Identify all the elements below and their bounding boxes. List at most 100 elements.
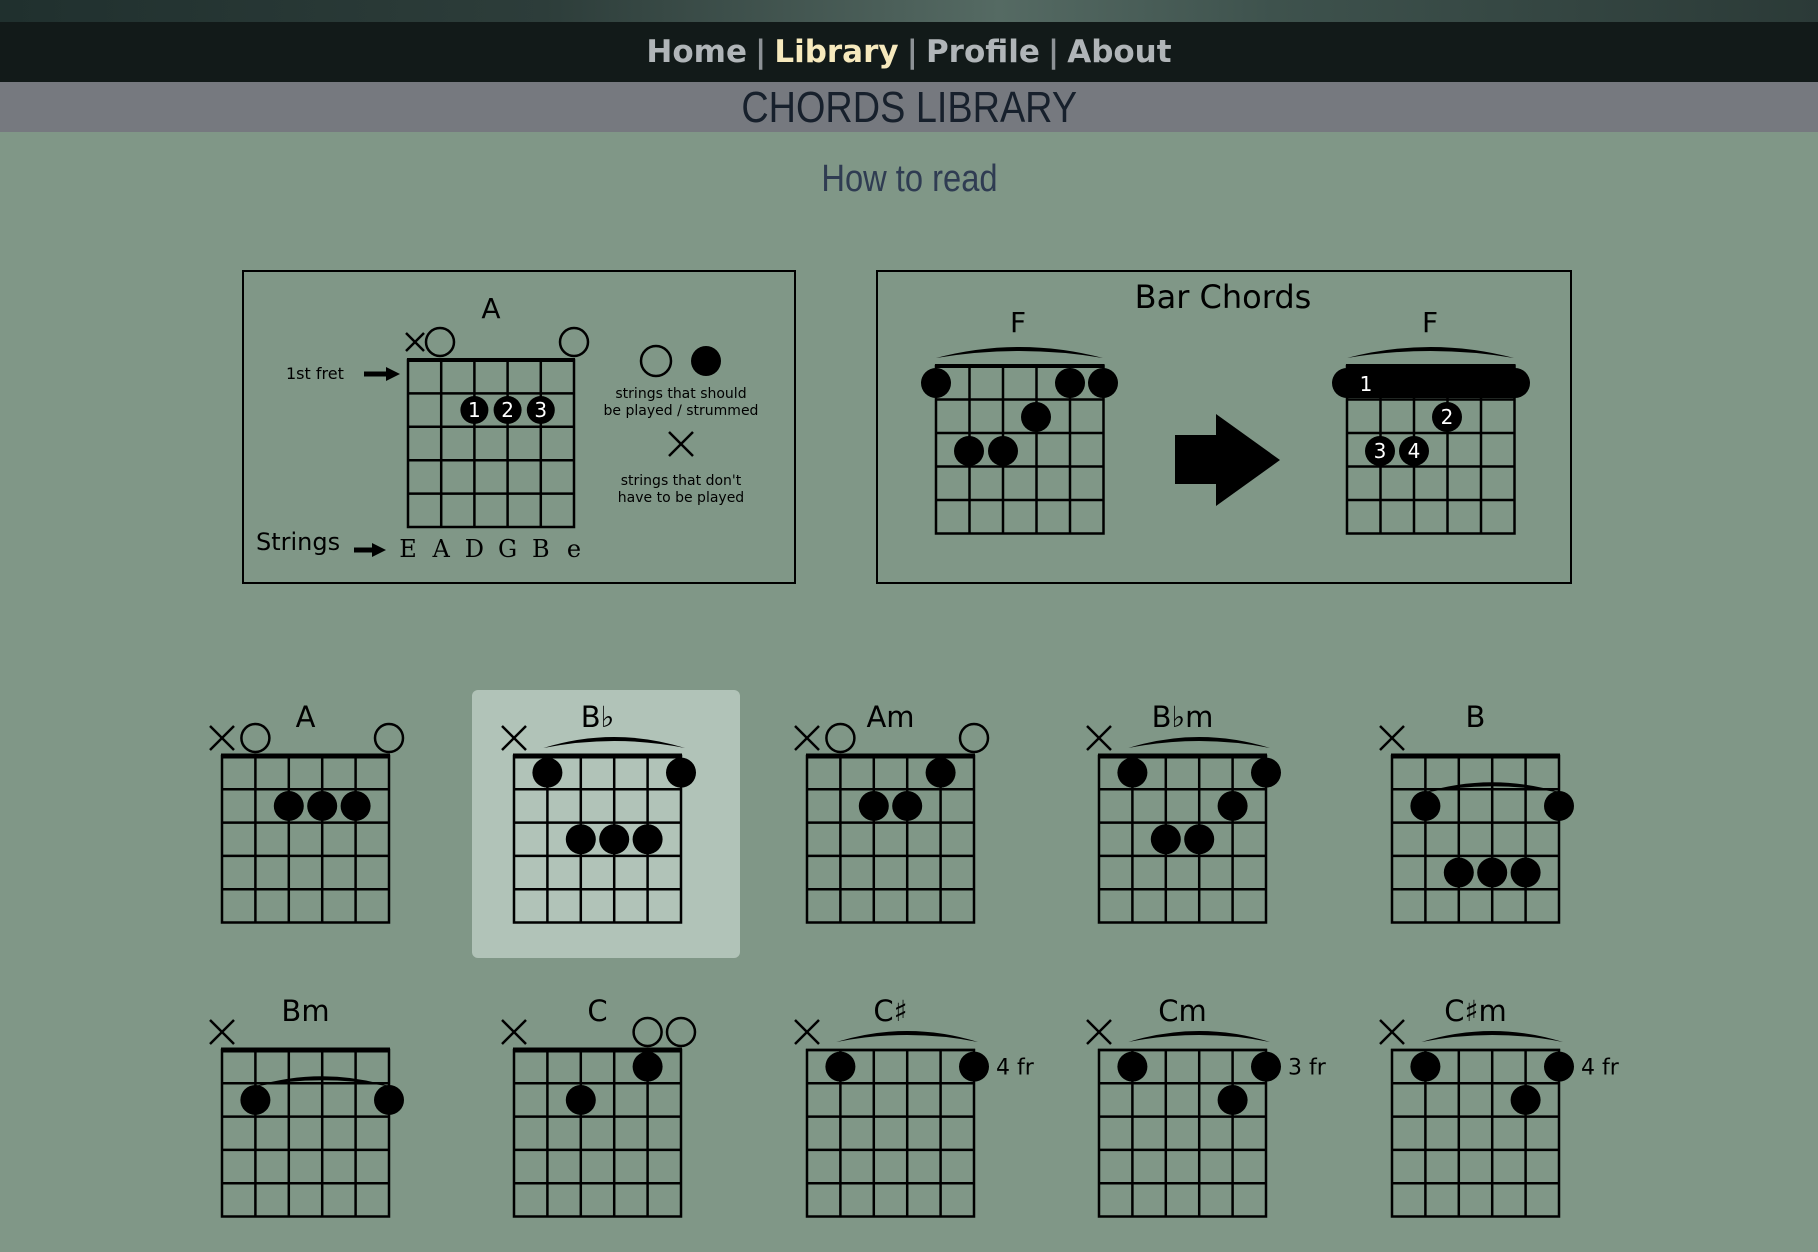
nav-about-link[interactable]: About (1061, 34, 1177, 70)
chord-fretboard (209, 1019, 404, 1218)
chord-card[interactable]: C♯ 4 fr (765, 984, 1035, 1252)
open-string-icon (958, 722, 990, 754)
mute-icon (1086, 1019, 1112, 1045)
finger-number: 2 (501, 398, 514, 422)
nav-library-link[interactable]: Library (768, 34, 904, 70)
page-title-bar: CHORDS LIBRARY (0, 82, 1818, 132)
finger-dot (1251, 1051, 1281, 1082)
chord-fretboard (501, 725, 696, 924)
finger-dot (1251, 757, 1281, 788)
chord-card[interactable]: C♯m 4 fr (1350, 984, 1620, 1252)
barre-arc (1347, 347, 1514, 358)
chord-fretboard (501, 1016, 697, 1218)
legend-fretboard (406, 358, 576, 529)
finger-number: 4 (1408, 439, 1421, 463)
finger-number: 3 (534, 398, 547, 422)
finger-dot (1544, 790, 1574, 821)
finger-dot (532, 757, 563, 788)
chord-name: C (587, 994, 607, 1028)
legend-mute-icon (405, 332, 425, 352)
fretboard-outline (220, 754, 391, 924)
finger-number: 3 (1374, 439, 1387, 463)
chord-card[interactable]: Cm 3 fr (1057, 984, 1327, 1252)
chord-name: C♯m (1444, 994, 1507, 1028)
strings-label: Strings (256, 528, 340, 556)
finger-dot (1410, 790, 1441, 821)
finger-dot (1410, 1051, 1441, 1082)
finger-number: 1 (1360, 372, 1373, 396)
finger-dot (1021, 402, 1051, 432)
finger-dot (632, 1051, 663, 1082)
legend-open-string-icon (558, 326, 590, 358)
fret-position-label: 4 fr (1581, 1056, 1620, 1081)
finger-dot (1088, 368, 1118, 398)
open-string-icon (665, 1016, 697, 1048)
open-string-icon (240, 722, 271, 754)
chord-card[interactable]: Bm (180, 984, 448, 1252)
mute-icon (209, 1019, 235, 1045)
legend-finger-dots: 123 (460, 396, 555, 424)
bar-left-chord-name: F (1010, 306, 1026, 339)
string-name: E (399, 535, 417, 563)
finger-dot (666, 757, 696, 788)
bar-chords-diagram: Bar Chords F F 1 2 3 4 (921, 278, 1530, 535)
finger-dot (340, 790, 371, 821)
main-nav: Home | Library | Profile | About (0, 22, 1818, 82)
finger-dot (1510, 1084, 1541, 1115)
chord-card[interactable]: B (1350, 690, 1618, 958)
chord-diagram: Cm 3 fr (1086, 994, 1327, 1218)
chord-legend-diagram: A 1st fret 123 strings that should be pl… (256, 292, 758, 563)
finger-dot (273, 790, 304, 821)
finger-dot (565, 1084, 596, 1115)
page-title: CHORDS LIBRARY (741, 83, 1077, 132)
chord-name: A (296, 700, 316, 734)
mute-icon (209, 725, 235, 751)
open-string-icon (373, 722, 405, 754)
nav-home-link[interactable]: Home (640, 34, 753, 70)
string-name: e (567, 535, 581, 563)
finger-dot (240, 1084, 271, 1115)
chord-diagram: Am (794, 700, 990, 924)
chord-diagram: A (209, 700, 405, 924)
chord-card[interactable]: B♭ (472, 690, 740, 958)
strings-arrow-icon (354, 543, 386, 557)
finger-dot (892, 790, 923, 821)
first-fret-label: 1st fret (286, 364, 344, 383)
finger-dot (925, 757, 956, 788)
finger-dot (959, 1051, 989, 1082)
legend-open-string-icon (424, 326, 456, 358)
chord-diagram: B♭m (1086, 700, 1281, 924)
barre-arc (936, 347, 1103, 358)
chord-legend-panel: A 1st fret 123 strings that should be pl… (242, 270, 796, 584)
fret-position-label: 3 fr (1288, 1056, 1327, 1081)
muted-string-icon (668, 431, 694, 457)
chord-diagram: B (1379, 700, 1574, 924)
chord-card[interactable]: Am (765, 690, 1033, 958)
chord-diagram: C♯m 4 fr (1379, 994, 1620, 1218)
mute-icon (1086, 725, 1112, 751)
muted-strings-text-line2: have to be played (618, 490, 744, 506)
finger-dot (1477, 857, 1508, 888)
nav-profile-link[interactable]: Profile (920, 34, 1046, 70)
fretboard-outline (1390, 754, 1561, 924)
played-string-filled-icon (691, 346, 721, 376)
chord-card[interactable]: C (472, 984, 740, 1252)
finger-dot (307, 790, 338, 821)
chord-card[interactable]: B♭m (1057, 690, 1325, 958)
string-name: A (432, 535, 451, 563)
chord-name: B♭m (1152, 700, 1214, 734)
chord-name: Am (866, 700, 914, 734)
fretboard-outline (220, 1048, 391, 1218)
string-names-row: EADGBe (399, 535, 581, 563)
finger-dot (565, 824, 596, 855)
finger-dot (988, 436, 1018, 466)
chord-fretboard (209, 722, 405, 924)
mute-icon (1379, 725, 1405, 751)
how-to-read-heading-wrap: How to read (0, 158, 1818, 201)
chord-diagram: B♭ (501, 700, 696, 924)
legend-chord-name: A (481, 292, 500, 325)
open-string-icon (825, 722, 856, 754)
chord-card[interactable]: A (180, 690, 448, 958)
barre-arc (543, 737, 685, 748)
chord-fretboard: 3 fr (1086, 1019, 1327, 1218)
